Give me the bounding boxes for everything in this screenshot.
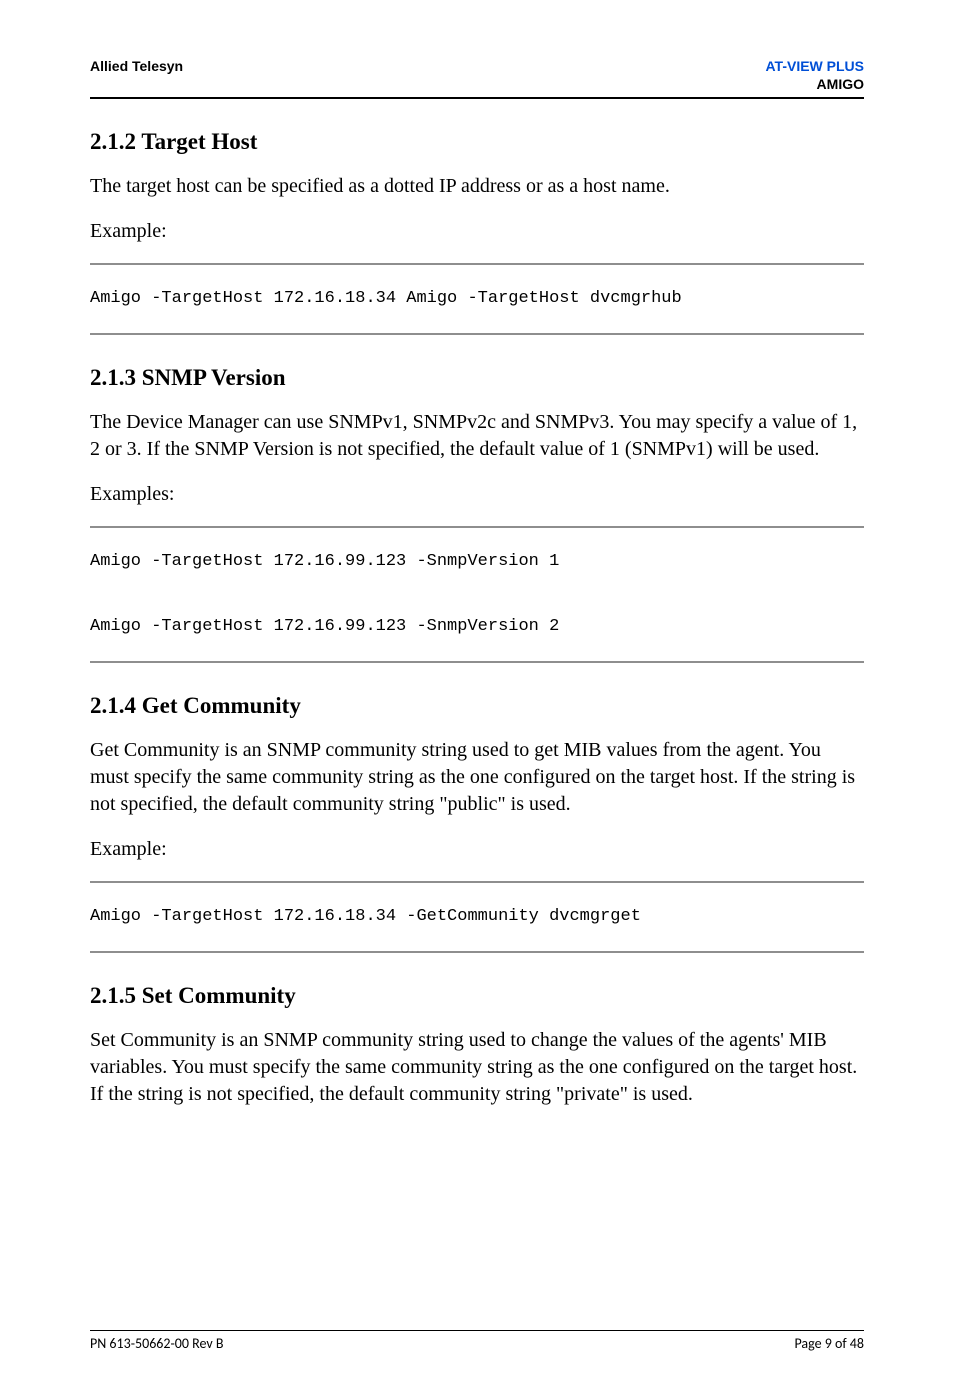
header-product-line1: AT-VIEW PLUS [765,58,864,76]
code-block-213: Amigo -TargetHost 172.16.99.123 -SnmpVer… [90,526,864,663]
heading-snmp-version: 2.1.3 SNMP Version [90,365,864,391]
code-block-212: Amigo -TargetHost 172.16.18.34 Amigo -Ta… [90,263,864,335]
header-product-line2: AMIGO [765,76,864,94]
example-label-214: Example: [90,836,864,863]
heading-get-community: 2.1.4 Get Community [90,693,864,719]
heading-target-host: 2.1.2 Target Host [90,129,864,155]
example-label-212: Example: [90,218,864,245]
heading-set-community: 2.1.5 Set Community [90,983,864,1009]
header-right: AT-VIEW PLUS AMIGO [765,58,864,93]
code-block-214: Amigo -TargetHost 172.16.18.34 -GetCommu… [90,881,864,953]
header-left: Allied Telesyn [90,58,183,74]
page-container: Allied Telesyn AT-VIEW PLUS AMIGO 2.1.2 … [0,0,954,1382]
para-target-host: The target host can be specified as a do… [90,173,864,200]
footer-left: PN 613-50662-00 Rev B [90,1335,224,1352]
para-get-community: Get Community is an SNMP community strin… [90,737,864,818]
page-header: Allied Telesyn AT-VIEW PLUS AMIGO [90,58,864,99]
page-footer: PN 613-50662-00 Rev B Page 9 of 48 [90,1330,864,1352]
footer-right: Page 9 of 48 [794,1335,864,1352]
examples-label-213: Examples: [90,481,864,508]
para-set-community: Set Community is an SNMP community strin… [90,1027,864,1108]
para-snmp-version: The Device Manager can use SNMPv1, SNMPv… [90,409,864,463]
